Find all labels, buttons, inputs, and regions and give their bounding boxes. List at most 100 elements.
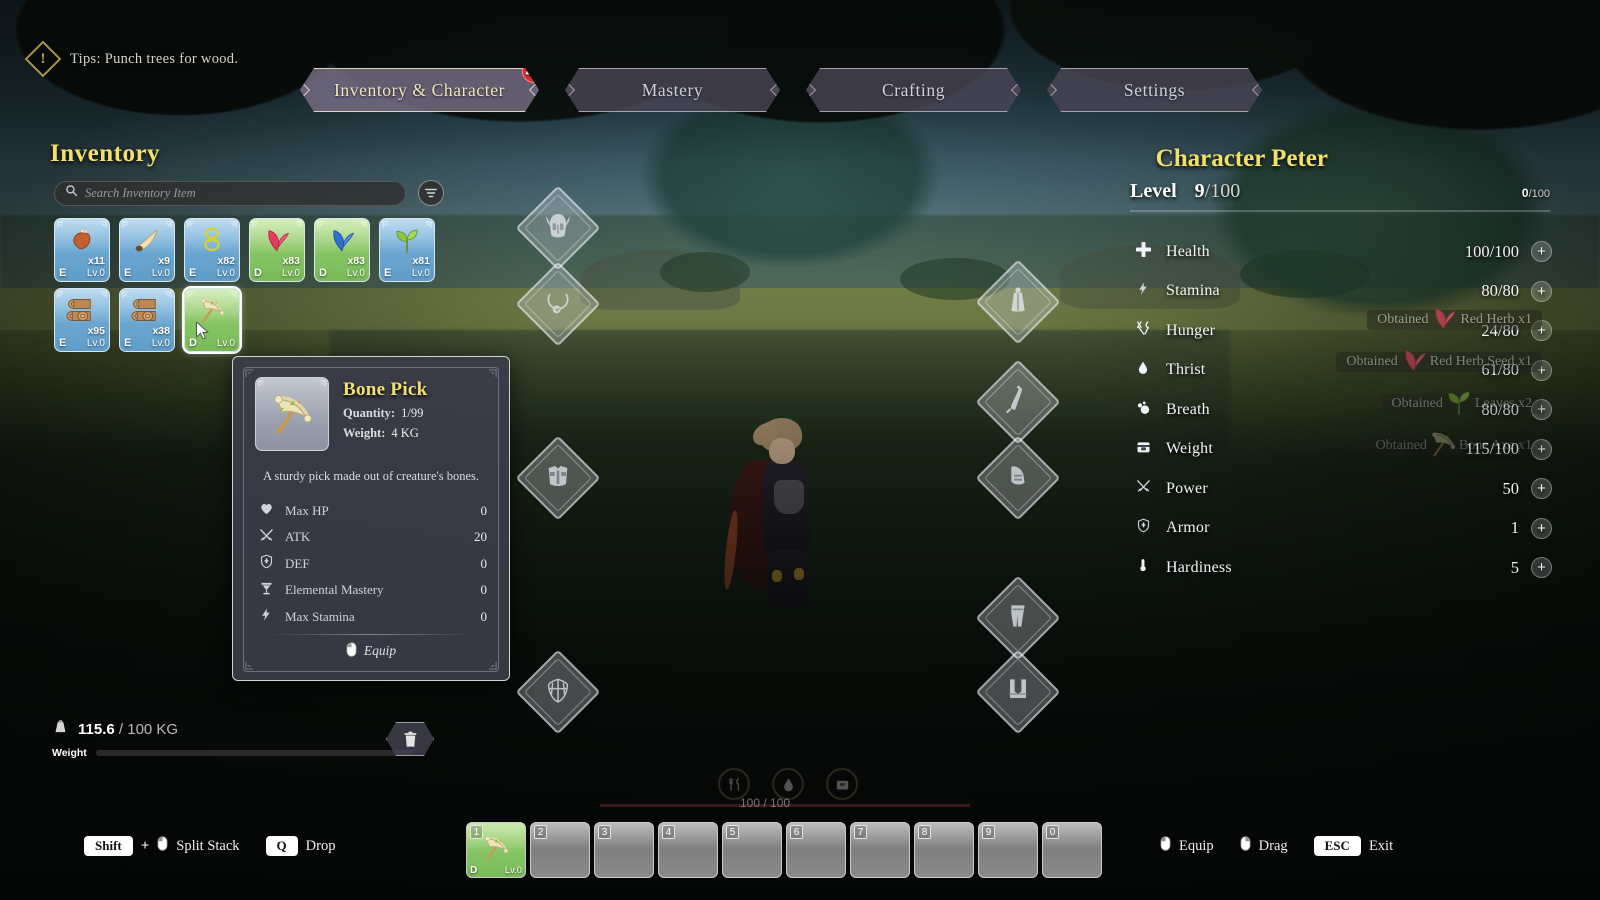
tooltip-weight: Weight: 4 KG xyxy=(343,426,428,441)
level-max: /100 xyxy=(1204,180,1241,202)
xp-max: /100 xyxy=(1528,188,1550,200)
inventory-slot[interactable]: x38 Lv.0 E xyxy=(119,288,175,352)
slot-level: Lv.0 xyxy=(151,338,170,349)
stat-increase-button[interactable]: + xyxy=(1531,478,1552,500)
key-hints-right: Equip Drag ESC Exit xyxy=(1160,836,1393,856)
inventory-slot[interactable]: x95 Lv.0 E xyxy=(54,288,110,352)
mouse-left-icon xyxy=(346,642,357,661)
hotbar-slot[interactable]: 5 xyxy=(722,822,782,878)
character-stat-row: Thrist 61/80 + xyxy=(1128,351,1552,391)
equip-action[interactable]: Equip xyxy=(255,635,487,663)
weight-bar-label: Weight xyxy=(52,747,87,759)
character-stat-name: Armor xyxy=(1166,519,1210,537)
shield-icon xyxy=(1136,518,1151,538)
tab-cap-right xyxy=(1011,79,1032,100)
tooltip-stat-name: Max Stamina xyxy=(285,608,355,624)
character-stat-row: Hardiness 5 + xyxy=(1128,548,1552,588)
stat-increase-button[interactable]: + xyxy=(1531,438,1552,460)
character-stat-list[interactable]: Health 100/100 + Stamina 80/80 + Hunger 24/80 + T… xyxy=(1128,232,1552,588)
hotbar-slot[interactable]: 4 xyxy=(658,822,718,878)
inventory-slot[interactable]: x11 Lv.0 E xyxy=(54,218,110,282)
filter-icon[interactable] xyxy=(418,180,444,206)
character-stat-name: Hunger xyxy=(1166,321,1216,339)
stat-increase-button[interactable]: + xyxy=(1531,359,1552,381)
hotbar-slot[interactable]: 8 xyxy=(914,822,974,878)
stat-increase-button[interactable]: + xyxy=(1531,517,1552,539)
tab-mastery[interactable]: Mastery xyxy=(565,68,780,112)
slot-grade: D xyxy=(319,267,327,279)
hotbar-slot[interactable]: 1 D Lv.0 xyxy=(466,822,526,878)
hotbar-slot[interactable]: 7 xyxy=(850,822,910,878)
key-hint: Q Drop xyxy=(265,836,335,856)
tab-label: Settings xyxy=(1123,79,1186,100)
slot-grade: E xyxy=(124,337,132,349)
character-stat-value: 115/100 xyxy=(1465,439,1519,459)
tab-settings[interactable]: Settings xyxy=(1047,68,1262,112)
inventory-grid[interactable]: x11 Lv.0 Ex9 Lv.0 Ex82 Lv.0 Ex83 Lv.0 Dx83 Lv.0 Dx… xyxy=(54,218,441,358)
hotbar-slot[interactable]: 3 xyxy=(594,822,654,878)
tooltip-description: A sturdy pick made out of creature's bon… xyxy=(262,469,480,483)
search-input[interactable] xyxy=(85,185,395,201)
slot-quantity: x81 xyxy=(412,255,430,267)
inventory-slot[interactable]: x81 Lv.0 E xyxy=(379,218,435,282)
tab-cap-left xyxy=(554,79,575,100)
character-stat-row: Armor 1 + xyxy=(1128,509,1552,549)
tab-inventory-character[interactable]: Inventory & Character 40 xyxy=(300,68,539,112)
hotbar[interactable]: 1 D Lv.0 2 3 4 5 6 7 8 9 0 xyxy=(466,822,1102,878)
hotbar-slot[interactable]: 0 xyxy=(1042,822,1102,878)
page-title: Inventory xyxy=(50,140,161,167)
swords-icon xyxy=(1136,479,1151,499)
key-hint-label: Equip xyxy=(1179,837,1214,854)
tooltip-quantity-value: 1/99 xyxy=(401,406,424,420)
tooltip-quantity-label: Quantity: xyxy=(343,406,396,420)
character-stat-name: Breath xyxy=(1166,400,1210,418)
character-stat-name: Health xyxy=(1166,242,1210,260)
character-stat-row: Health 100/100 + xyxy=(1128,232,1552,272)
stat-increase-button[interactable]: + xyxy=(1531,280,1552,302)
tooltip-stat-value: 0 xyxy=(480,555,488,571)
hp-text: 100 / 100 xyxy=(740,796,791,810)
main-tab-bar[interactable]: Inventory & Character 40 Mastery Crafting Se… xyxy=(300,68,1262,112)
inventory-slot[interactable]: x83 Lv.0 D xyxy=(314,218,370,282)
character-stat-value: 1 xyxy=(1510,518,1519,538)
bolt-icon xyxy=(259,607,274,626)
tips-text: Tips: Punch trees for wood. xyxy=(70,50,239,67)
tooltip-stat-value: 0 xyxy=(480,582,488,597)
cutlery-icon xyxy=(1135,320,1151,341)
hotbar-slot[interactable]: 9 xyxy=(978,822,1038,878)
hotbar-key: 2 xyxy=(534,825,547,839)
necklace-icon xyxy=(542,286,574,323)
tab-crafting[interactable]: Crafting xyxy=(806,68,1021,112)
tooltip-weight-value: 4 KG xyxy=(391,426,419,440)
inventory-slot[interactable]: x83 Lv.0 D xyxy=(249,218,305,282)
character-stat-row: Breath 80/80 + xyxy=(1128,390,1552,430)
inventory-slot[interactable]: x9 Lv.0 E xyxy=(119,218,175,282)
tooltip-stat-name: Elemental Mastery xyxy=(285,582,384,597)
hotbar-grade: D xyxy=(470,865,478,876)
slot-level: Lv.0 xyxy=(216,338,235,349)
xp-readout: 0/100 xyxy=(1522,186,1550,200)
character-stat-value: 50 xyxy=(1502,478,1520,498)
stat-increase-button[interactable]: + xyxy=(1531,241,1552,263)
character-stat-value: 80/80 xyxy=(1481,281,1519,301)
slot-quantity: x82 xyxy=(217,255,235,267)
hotbar-slot[interactable]: 2 xyxy=(530,822,590,878)
search-icon xyxy=(65,184,78,202)
character-stat-name: Power xyxy=(1166,479,1208,497)
character-stat-row: Power 50 + xyxy=(1128,469,1552,509)
inventory-slot[interactable]: Lv.0 D xyxy=(182,286,242,354)
tooltip-stat-row: Elemental Mastery 0 xyxy=(255,577,487,604)
search-input-wrap[interactable] xyxy=(54,180,406,206)
backpack-icon xyxy=(826,768,858,800)
trash-icon[interactable] xyxy=(386,722,434,756)
stat-increase-button[interactable]: + xyxy=(1531,320,1552,342)
item-tooltip: Bone Pick Quantity: 1/99 Weight: 4 KG A st… xyxy=(232,356,510,681)
stat-increase-button[interactable]: + xyxy=(1531,399,1552,421)
inventory-slot[interactable]: x82 Lv.0 E xyxy=(184,218,240,282)
combo-plus: + xyxy=(140,837,150,854)
weight-max: / 100 KG xyxy=(118,720,179,738)
hotbar-slot[interactable]: 6 xyxy=(786,822,846,878)
stat-increase-button[interactable]: + xyxy=(1531,557,1552,579)
slot-level: Lv.0 xyxy=(411,268,430,279)
tab-cap-right xyxy=(770,79,791,100)
